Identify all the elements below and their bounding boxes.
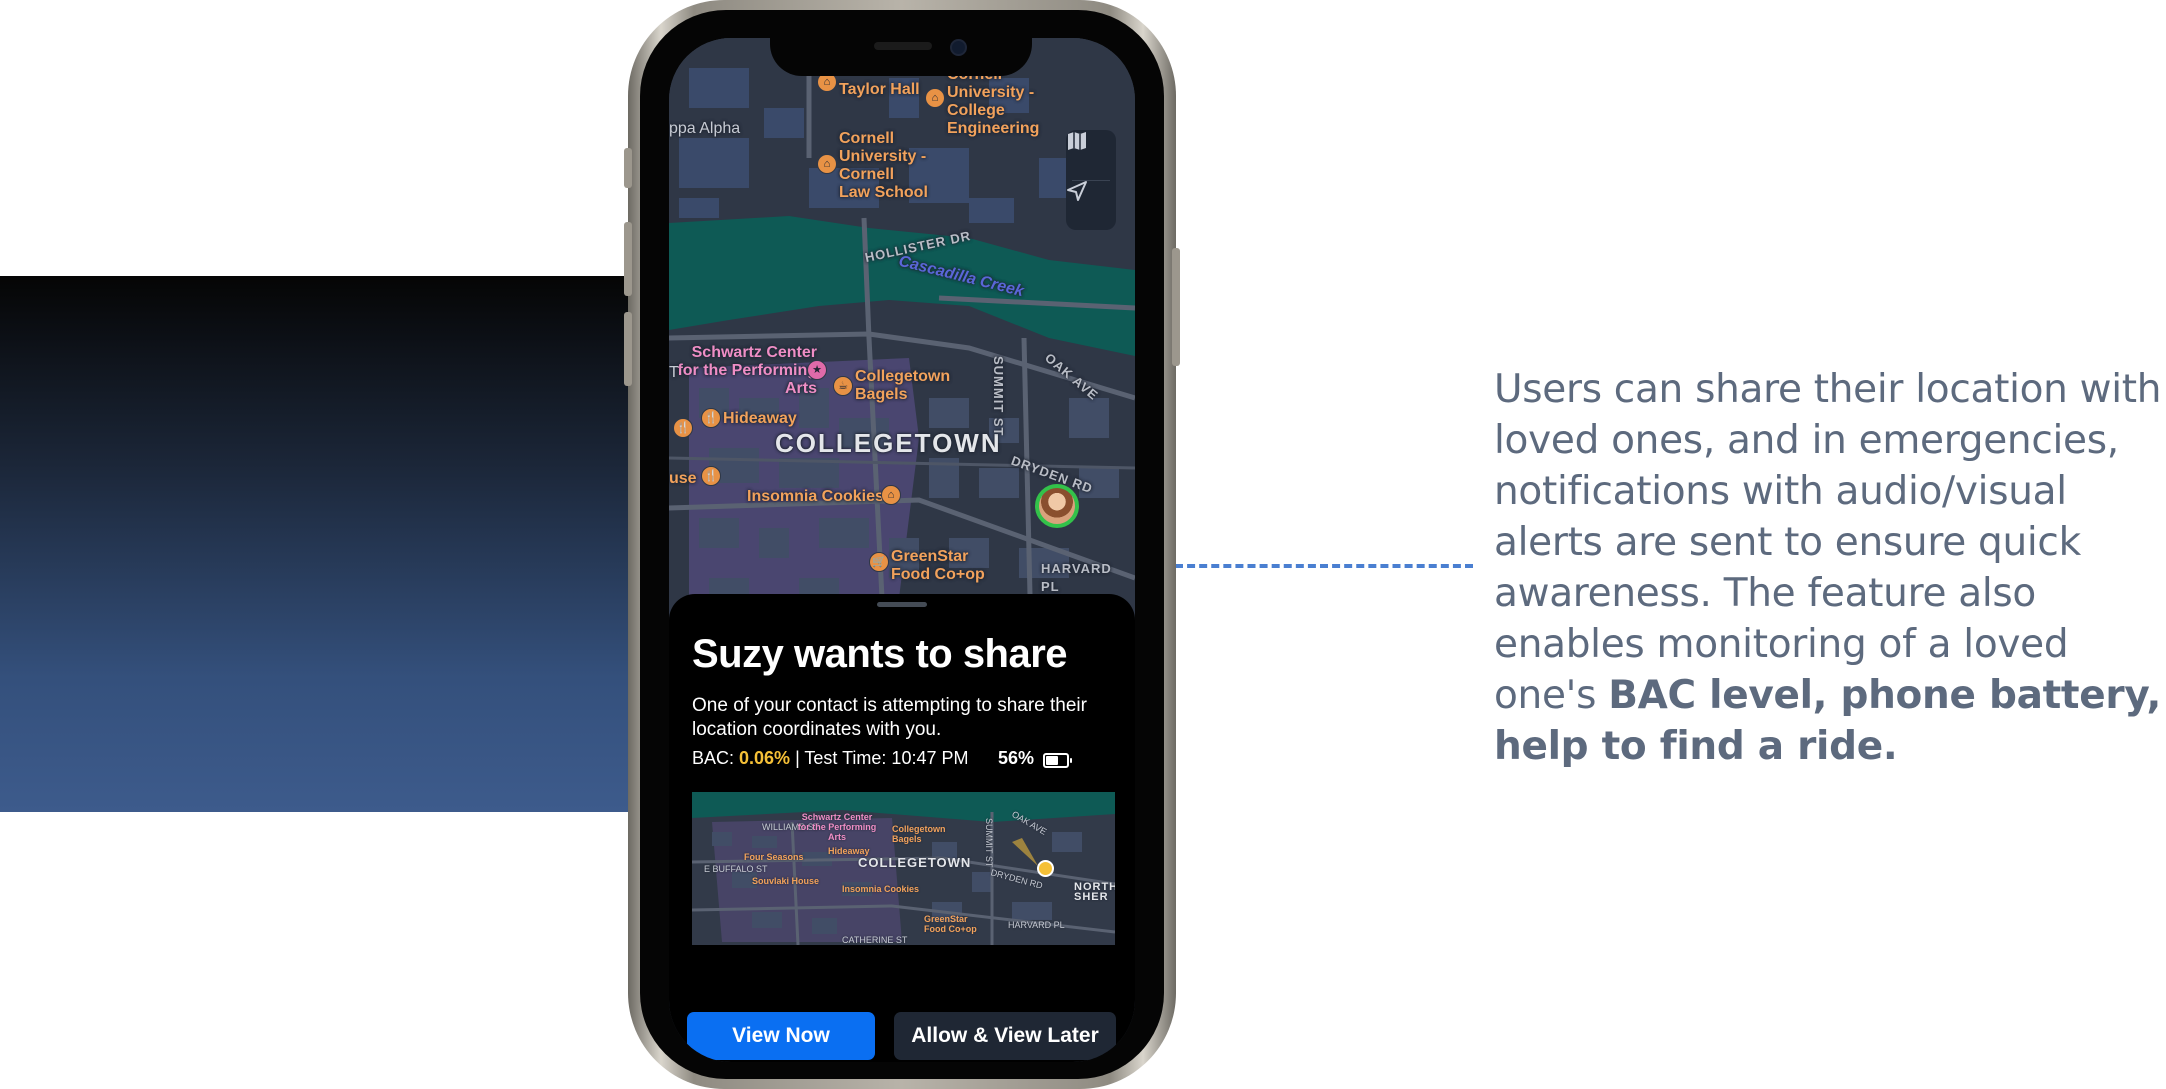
poi-law-school-icon[interactable]: ⌂ — [817, 154, 837, 174]
label-college-engineering: Cornell University - College Engineering — [947, 66, 1040, 137]
label-house: use — [669, 470, 697, 487]
poi-house-icon[interactable]: 🍴 — [701, 466, 721, 486]
bac-label: BAC: — [692, 748, 740, 768]
label-insomnia-cookies: Insomnia Cookies — [747, 488, 884, 505]
view-now-button[interactable]: View Now — [687, 1012, 875, 1060]
mini-label-insomnia: Insomnia Cookies — [842, 884, 920, 894]
test-time: | Test Time: 10:47 PM — [790, 748, 969, 768]
label-harvard-pl: HARVARD PL — [1041, 561, 1112, 594]
poi-insomnia-icon[interactable]: ⌂ — [881, 485, 901, 505]
mini-label-catherine: CATHERINE ST — [842, 935, 908, 945]
label-t: T — [669, 364, 679, 381]
volume-up-button — [624, 222, 632, 296]
poi-schwartz-icon[interactable]: ★ — [807, 360, 827, 380]
poi-hideaway-icon[interactable]: 🍴 — [701, 408, 721, 428]
sheet-message: One of your contact is attempting to sha… — [692, 695, 1087, 740]
label-greenstar: GreenStar Food Co+op — [891, 548, 985, 583]
power-button — [1172, 248, 1180, 366]
mini-label-buffalo: E BUFFALO ST — [704, 864, 768, 874]
mini-label-bagels: Collegetown Bagels — [892, 824, 946, 844]
label-summit-st: SUMMIT ST — [991, 356, 1006, 437]
label-schwartz-center: Schwartz Center for the Performing Arts — [677, 344, 817, 397]
mini-label-collegetown: COLLEGETOWN — [858, 855, 972, 870]
allow-view-later-button[interactable]: Allow & View Later — [894, 1012, 1116, 1060]
poi-restaurant-icon[interactable]: 🍴 — [673, 418, 693, 438]
feature-description: Users can share their location with love… — [1494, 364, 2166, 772]
mini-label-four-seasons: Four Seasons — [744, 852, 804, 862]
speaker-grille — [874, 42, 932, 50]
poi-engineering-icon[interactable]: ⌂ — [925, 88, 945, 108]
suzy-avatar[interactable] — [1035, 484, 1079, 528]
label-hideaway: Hideaway — [723, 410, 797, 427]
location-arrow-icon[interactable] — [1066, 180, 1116, 230]
label-collegetown: COLLEGETOWN — [775, 428, 1002, 458]
sheet-grabber[interactable] — [877, 602, 927, 607]
battery-icon — [1043, 753, 1072, 768]
mini-map[interactable]: WILLIAMS ST Schwartz Center for the Perf… — [692, 792, 1115, 945]
mini-label-greenstar: GreenStar Food Co+op — [924, 914, 977, 934]
mini-label-souvlaki: Souvlaki House — [752, 876, 820, 886]
phone-notch — [770, 26, 1032, 76]
bac-value: 0.06% — [739, 748, 791, 768]
label-kappa-alpha: ppa Alpha — [669, 120, 741, 137]
gradient-band — [0, 276, 640, 812]
mini-label-schwartz: Schwartz Center for the Performing Arts — [797, 812, 877, 842]
label-collegetown-bagels: Collegetown Bagels — [855, 368, 951, 403]
dashed-connector — [1175, 564, 1473, 568]
label-law-school: Cornell University - Cornell Law School — [839, 130, 928, 201]
label-taylor-hall: Taylor Hall — [839, 81, 920, 98]
sheet-title: Suzy wants to share — [692, 632, 1068, 676]
mini-label-summit: SUMMIT ST — [984, 818, 994, 868]
mini-label-north: NORTH SHER — [1074, 881, 1115, 903]
battery-percent: 56% — [998, 748, 1035, 768]
poi-greenstar-icon[interactable]: 🛒 — [869, 552, 889, 572]
battery-fill — [1046, 756, 1059, 765]
map-mode-icon[interactable] — [1066, 130, 1116, 180]
front-camera — [950, 39, 967, 56]
description-plain: Users can share their location with love… — [1494, 367, 2162, 718]
mini-map-location-dot — [1037, 860, 1054, 877]
phone-screen: ⌂ Taylor Hall ⌂ Cornell University - Col… — [669, 38, 1135, 1062]
map-view[interactable]: ⌂ Taylor Hall ⌂ Cornell University - Col… — [669, 38, 1135, 638]
map-controls — [1066, 130, 1116, 230]
mini-label-harvard: HARVARD PL — [1008, 920, 1065, 930]
battery-tip — [1070, 758, 1072, 763]
volume-down-button — [624, 312, 632, 386]
share-sheet: Suzy wants to share One of your contact … — [669, 594, 1135, 1062]
poi-bagels-icon[interactable]: ☕ — [833, 376, 853, 396]
mute-switch — [624, 148, 632, 188]
